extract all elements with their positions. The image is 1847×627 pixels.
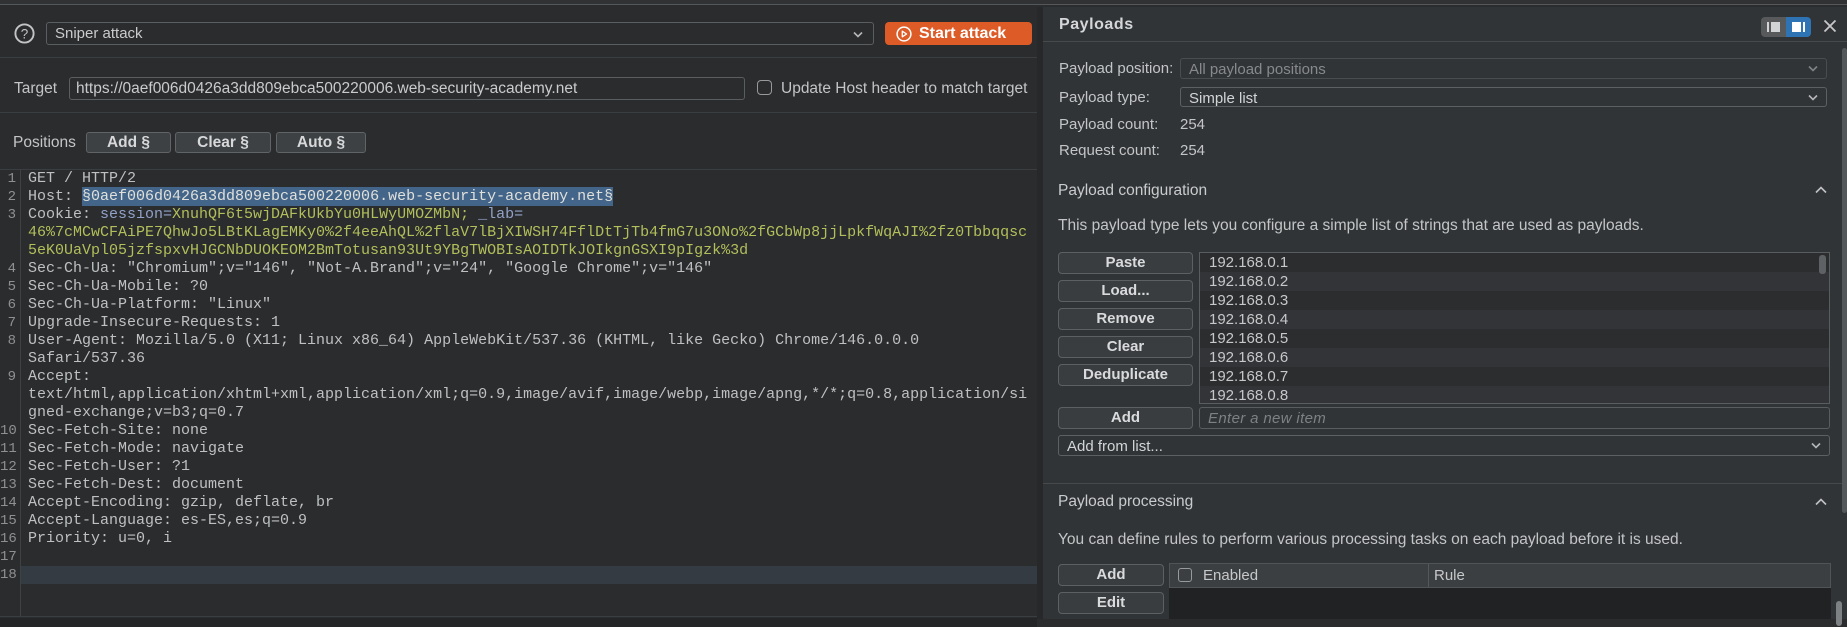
svg-text:?: ?: [21, 26, 29, 41]
